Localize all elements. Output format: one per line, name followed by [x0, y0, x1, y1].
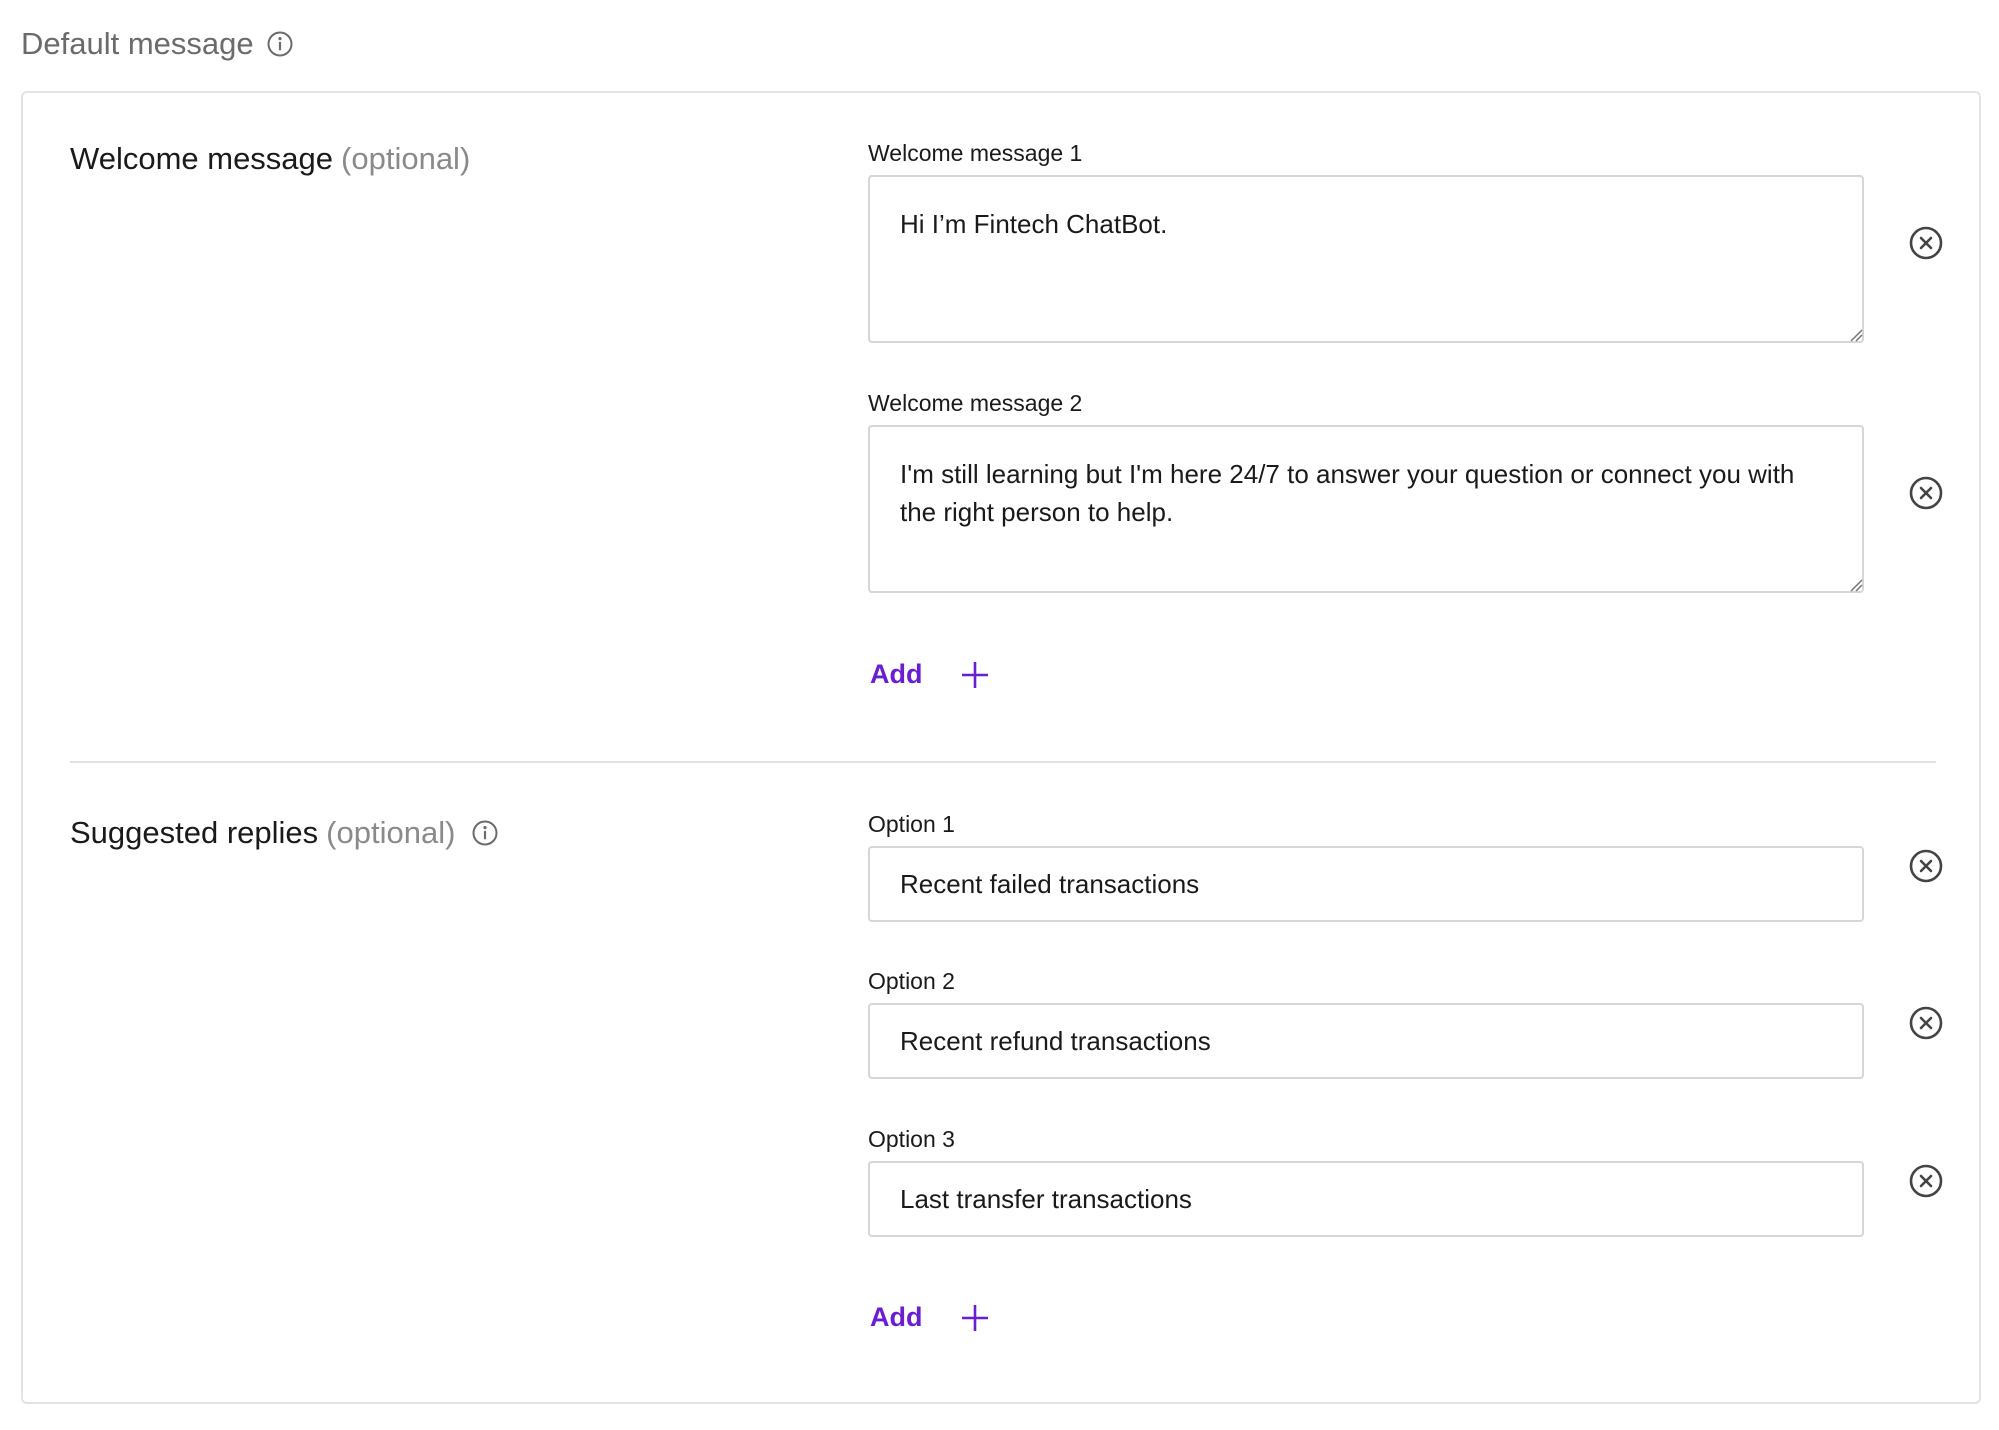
- default-message-card: Welcome message (optional) Welcome messa…: [21, 91, 1981, 1404]
- remove-welcome-message-2-icon[interactable]: [1908, 475, 1944, 511]
- info-icon[interactable]: [471, 819, 499, 847]
- welcome-title-text: Welcome message: [70, 141, 334, 176]
- option-1-input[interactable]: [868, 846, 1864, 922]
- resize-grip-icon[interactable]: [1849, 578, 1863, 592]
- option-2-input[interactable]: [868, 1003, 1864, 1079]
- remove-option-2-icon[interactable]: [1908, 1005, 1944, 1041]
- resize-grip-icon[interactable]: [1849, 328, 1863, 342]
- welcome-optional-text: (optional): [341, 141, 471, 176]
- add-welcome-message-button[interactable]: Add: [870, 659, 990, 690]
- section-divider: [70, 761, 1936, 763]
- option-3-label: Option 3: [868, 1126, 955, 1152]
- add-button-label: Add: [870, 1302, 923, 1332]
- plus-icon: [960, 660, 990, 690]
- add-button-label: Add: [870, 659, 923, 689]
- welcome-message-2-textarea[interactable]: I'm still learning but I'm here 24/7 to …: [868, 425, 1864, 593]
- page-title-text: Default message: [21, 26, 254, 61]
- suggested-optional-text: (optional): [326, 815, 456, 850]
- option-1-label: Option 1: [868, 811, 955, 837]
- page-title: Default message: [21, 26, 294, 62]
- remove-option-3-icon[interactable]: [1908, 1163, 1944, 1199]
- add-suggested-reply-button[interactable]: Add: [870, 1302, 990, 1333]
- welcome-message-1-label: Welcome message 1: [868, 140, 1083, 166]
- remove-option-1-icon[interactable]: [1908, 848, 1944, 884]
- suggested-section-title: Suggested replies (optional): [70, 815, 499, 851]
- option-3-input[interactable]: [868, 1161, 1864, 1237]
- welcome-section-title: Welcome message (optional): [70, 141, 470, 177]
- welcome-message-2-label: Welcome message 2: [868, 390, 1083, 416]
- info-icon[interactable]: [266, 30, 294, 58]
- welcome-message-1-textarea[interactable]: Hi I’m Fintech ChatBot.: [868, 175, 1864, 343]
- option-2-label: Option 2: [868, 968, 955, 994]
- plus-icon: [960, 1303, 990, 1333]
- suggested-title-text: Suggested replies: [70, 815, 319, 850]
- remove-welcome-message-1-icon[interactable]: [1908, 225, 1944, 261]
